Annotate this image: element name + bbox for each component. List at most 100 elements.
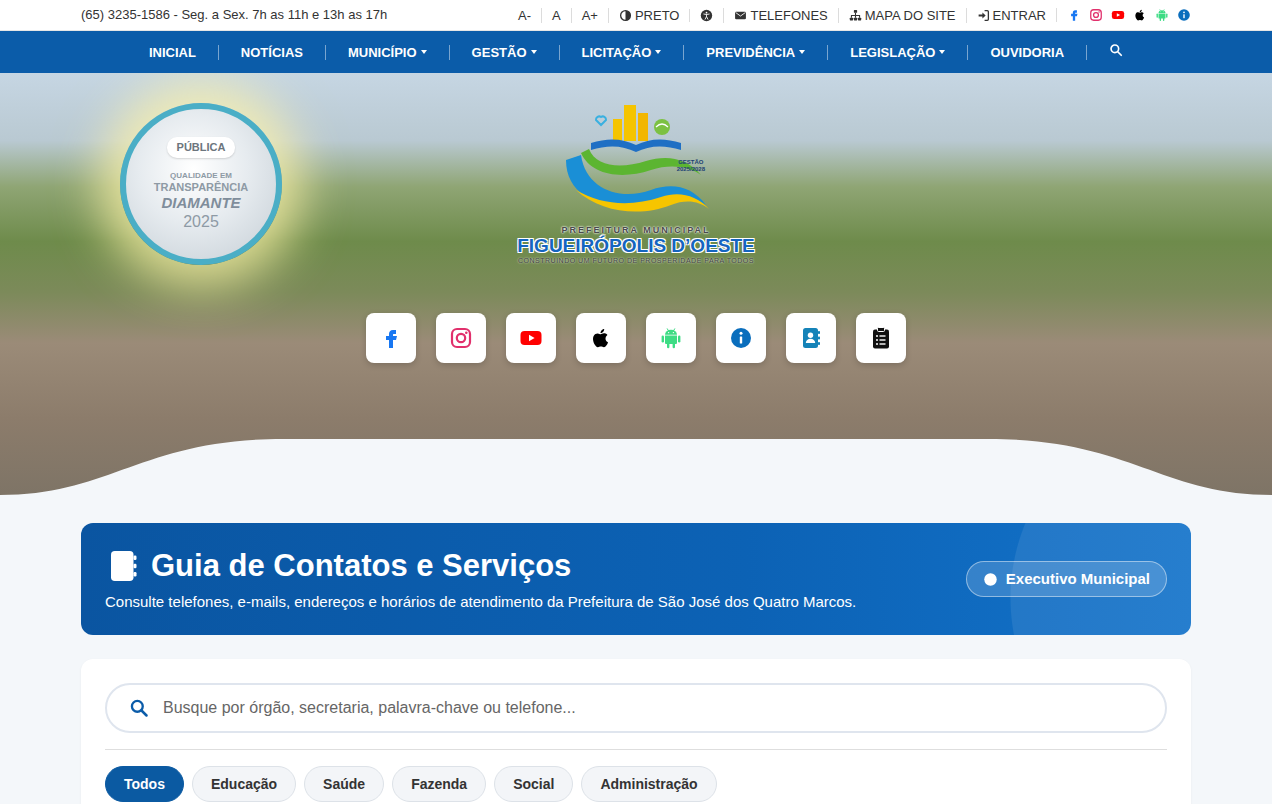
facebook-link[interactable] [1067,8,1081,22]
contacts-card: TodosEducaçãoSaúdeFazendaSocialAdministr… [81,659,1191,804]
instagram-button[interactable] [436,313,486,363]
info-icon [983,572,998,587]
social-links [1056,8,1191,22]
facebook-icon [379,326,403,350]
dropdown-caret-icon [799,50,805,54]
link-label: MAPA DO SITE [865,8,956,23]
search-button[interactable] [1087,43,1145,57]
dropdown-caret-icon [939,50,945,54]
seal-line: 2025 [183,213,219,231]
category-filters: TodosEducaçãoSaúdeFazendaSocialAdministr… [105,766,1167,802]
filter-pill[interactable]: Saúde [304,766,384,802]
search-icon [129,698,149,718]
quick-links [366,313,906,363]
office-hours: (65) 3235-1586 - Seg. a Sex. 7h as 11h e… [81,5,387,25]
info-link[interactable] [1177,8,1191,22]
seal-tag: PÚBLICA [167,137,236,158]
nav-item[interactable]: GESTÃO [450,45,560,60]
nav-label: NOTÍCIAS [241,45,303,60]
nav-item[interactable]: OUVIDORIA [968,45,1087,60]
dropdown-caret-icon [655,50,661,54]
guide-title: Guia de Contatos e Serviços [105,547,856,586]
filter-pill[interactable]: Todos [105,766,184,802]
municipal-logo[interactable]: GESTÃO2025/2028 PREFEITURA MUNICIPALFIGUE… [517,105,755,265]
font-size-button[interactable]: A- [508,8,541,23]
term-years: 2025/2028 [677,166,705,173]
top-links: A-AA+ PRETO TELEFONES MAPA DO SITE ENTRAR [508,8,1191,23]
search-input[interactable] [161,695,1143,721]
main-nav: INICIAL NOTÍCIAS MUNICÍPIO GESTÃO LICITAÇÃO P… [0,31,1272,73]
nav-label: INICIAL [149,45,196,60]
guide-header: Guia de Contatos e ServiçosConsulte tele… [81,523,1191,635]
services-icon [869,326,893,350]
nav-item[interactable]: INICIAL [127,45,219,60]
filter-pill[interactable]: Social [494,766,573,802]
sitemap-link[interactable]: MAPA DO SITE [838,8,966,23]
nav-item[interactable]: NOTÍCIAS [219,45,326,60]
contacts-icon [799,326,823,350]
nav-label: OUVIDORIA [990,45,1064,60]
nav-label: GESTÃO [472,45,527,60]
divider [105,749,1167,750]
font-size-button[interactable]: A+ [571,8,608,23]
youtube-button[interactable] [506,313,556,363]
contrast-link[interactable]: PRETO [608,8,690,23]
android-button[interactable] [646,313,696,363]
guide-title-text: Guia de Contatos e Serviços [151,547,571,586]
services-button[interactable] [856,313,906,363]
link-label: ENTRAR [993,8,1046,23]
executive-button[interactable]: Executivo Municipal [966,561,1167,598]
info-icon [1177,8,1191,22]
nav-item[interactable]: LICITAÇÃO [560,45,685,60]
font-size-button[interactable]: A [541,8,571,23]
seal-line: DIAMANTE [161,194,240,211]
nav-label: MUNICÍPIO [348,45,417,60]
phones-link[interactable]: TELEFONES [723,8,837,23]
filter-pill[interactable]: Educação [192,766,296,802]
seal-line: TRANSPARÊNCIA [154,181,249,194]
nav-item[interactable]: PREVIDÊNCIA [684,45,828,60]
facebook-icon [1067,8,1081,22]
hero-curve [0,439,1272,495]
logo-subtitle: PREFEITURA MUNICIPAL [562,226,711,236]
logo-emblem-icon: GESTÃO2025/2028 [561,105,711,220]
term-label: GESTÃO2025/2028 [677,159,705,172]
nav-item[interactable]: MUNICÍPIO [326,45,450,60]
apple-link[interactable] [1133,8,1147,22]
filter-pill[interactable]: Administração [581,766,716,802]
municipality-name: FIGUEIRÓPOLIS D’OESTE [517,236,755,257]
contacts-button[interactable] [786,313,836,363]
term-title: GESTÃO [677,159,705,166]
facebook-button[interactable] [366,313,416,363]
android-link[interactable] [1155,8,1169,22]
nav-label: LEGISLAÇÃO [850,45,935,60]
nav-item[interactable]: LEGISLAÇÃO [828,45,968,60]
login-link[interactable]: ENTRAR [966,8,1056,23]
info-button[interactable] [716,313,766,363]
youtube-icon [519,326,543,350]
apple-button[interactable] [576,313,626,363]
dropdown-caret-icon [421,50,427,54]
accessibility-link[interactable] [689,9,723,22]
logo-tagline: CONSTRUINDO UM FUTURO DE PROSPERIDADE PA… [518,257,754,265]
phones-icon [734,9,747,22]
sitemap-icon [849,9,862,22]
search-icon [1109,43,1123,57]
filter-pill[interactable]: Fazenda [392,766,486,802]
instagram-icon [1089,8,1103,22]
transparency-seal: PÚBLICA QUALIDADE EMTRANSPARÊNCIADIAMANTE… [120,103,282,265]
android-icon [1155,8,1169,22]
nav-label: LICITAÇÃO [582,45,652,60]
top-bar: (65) 3235-1586 - Seg. a Sex. 7h as 11h e… [0,0,1272,31]
seal-line: QUALIDADE EM [170,171,232,180]
instagram-link[interactable] [1089,8,1103,22]
link-label: PRETO [635,8,680,23]
youtube-icon [1111,8,1125,22]
instagram-icon [449,326,473,350]
android-icon [659,326,683,350]
youtube-link[interactable] [1111,8,1125,22]
nav-label: PREVIDÊNCIA [706,45,795,60]
contrast-icon [619,9,632,22]
contacts-icon [105,548,141,584]
hero-banner: PÚBLICA QUALIDADE EMTRANSPARÊNCIADIAMANTE… [0,73,1272,495]
